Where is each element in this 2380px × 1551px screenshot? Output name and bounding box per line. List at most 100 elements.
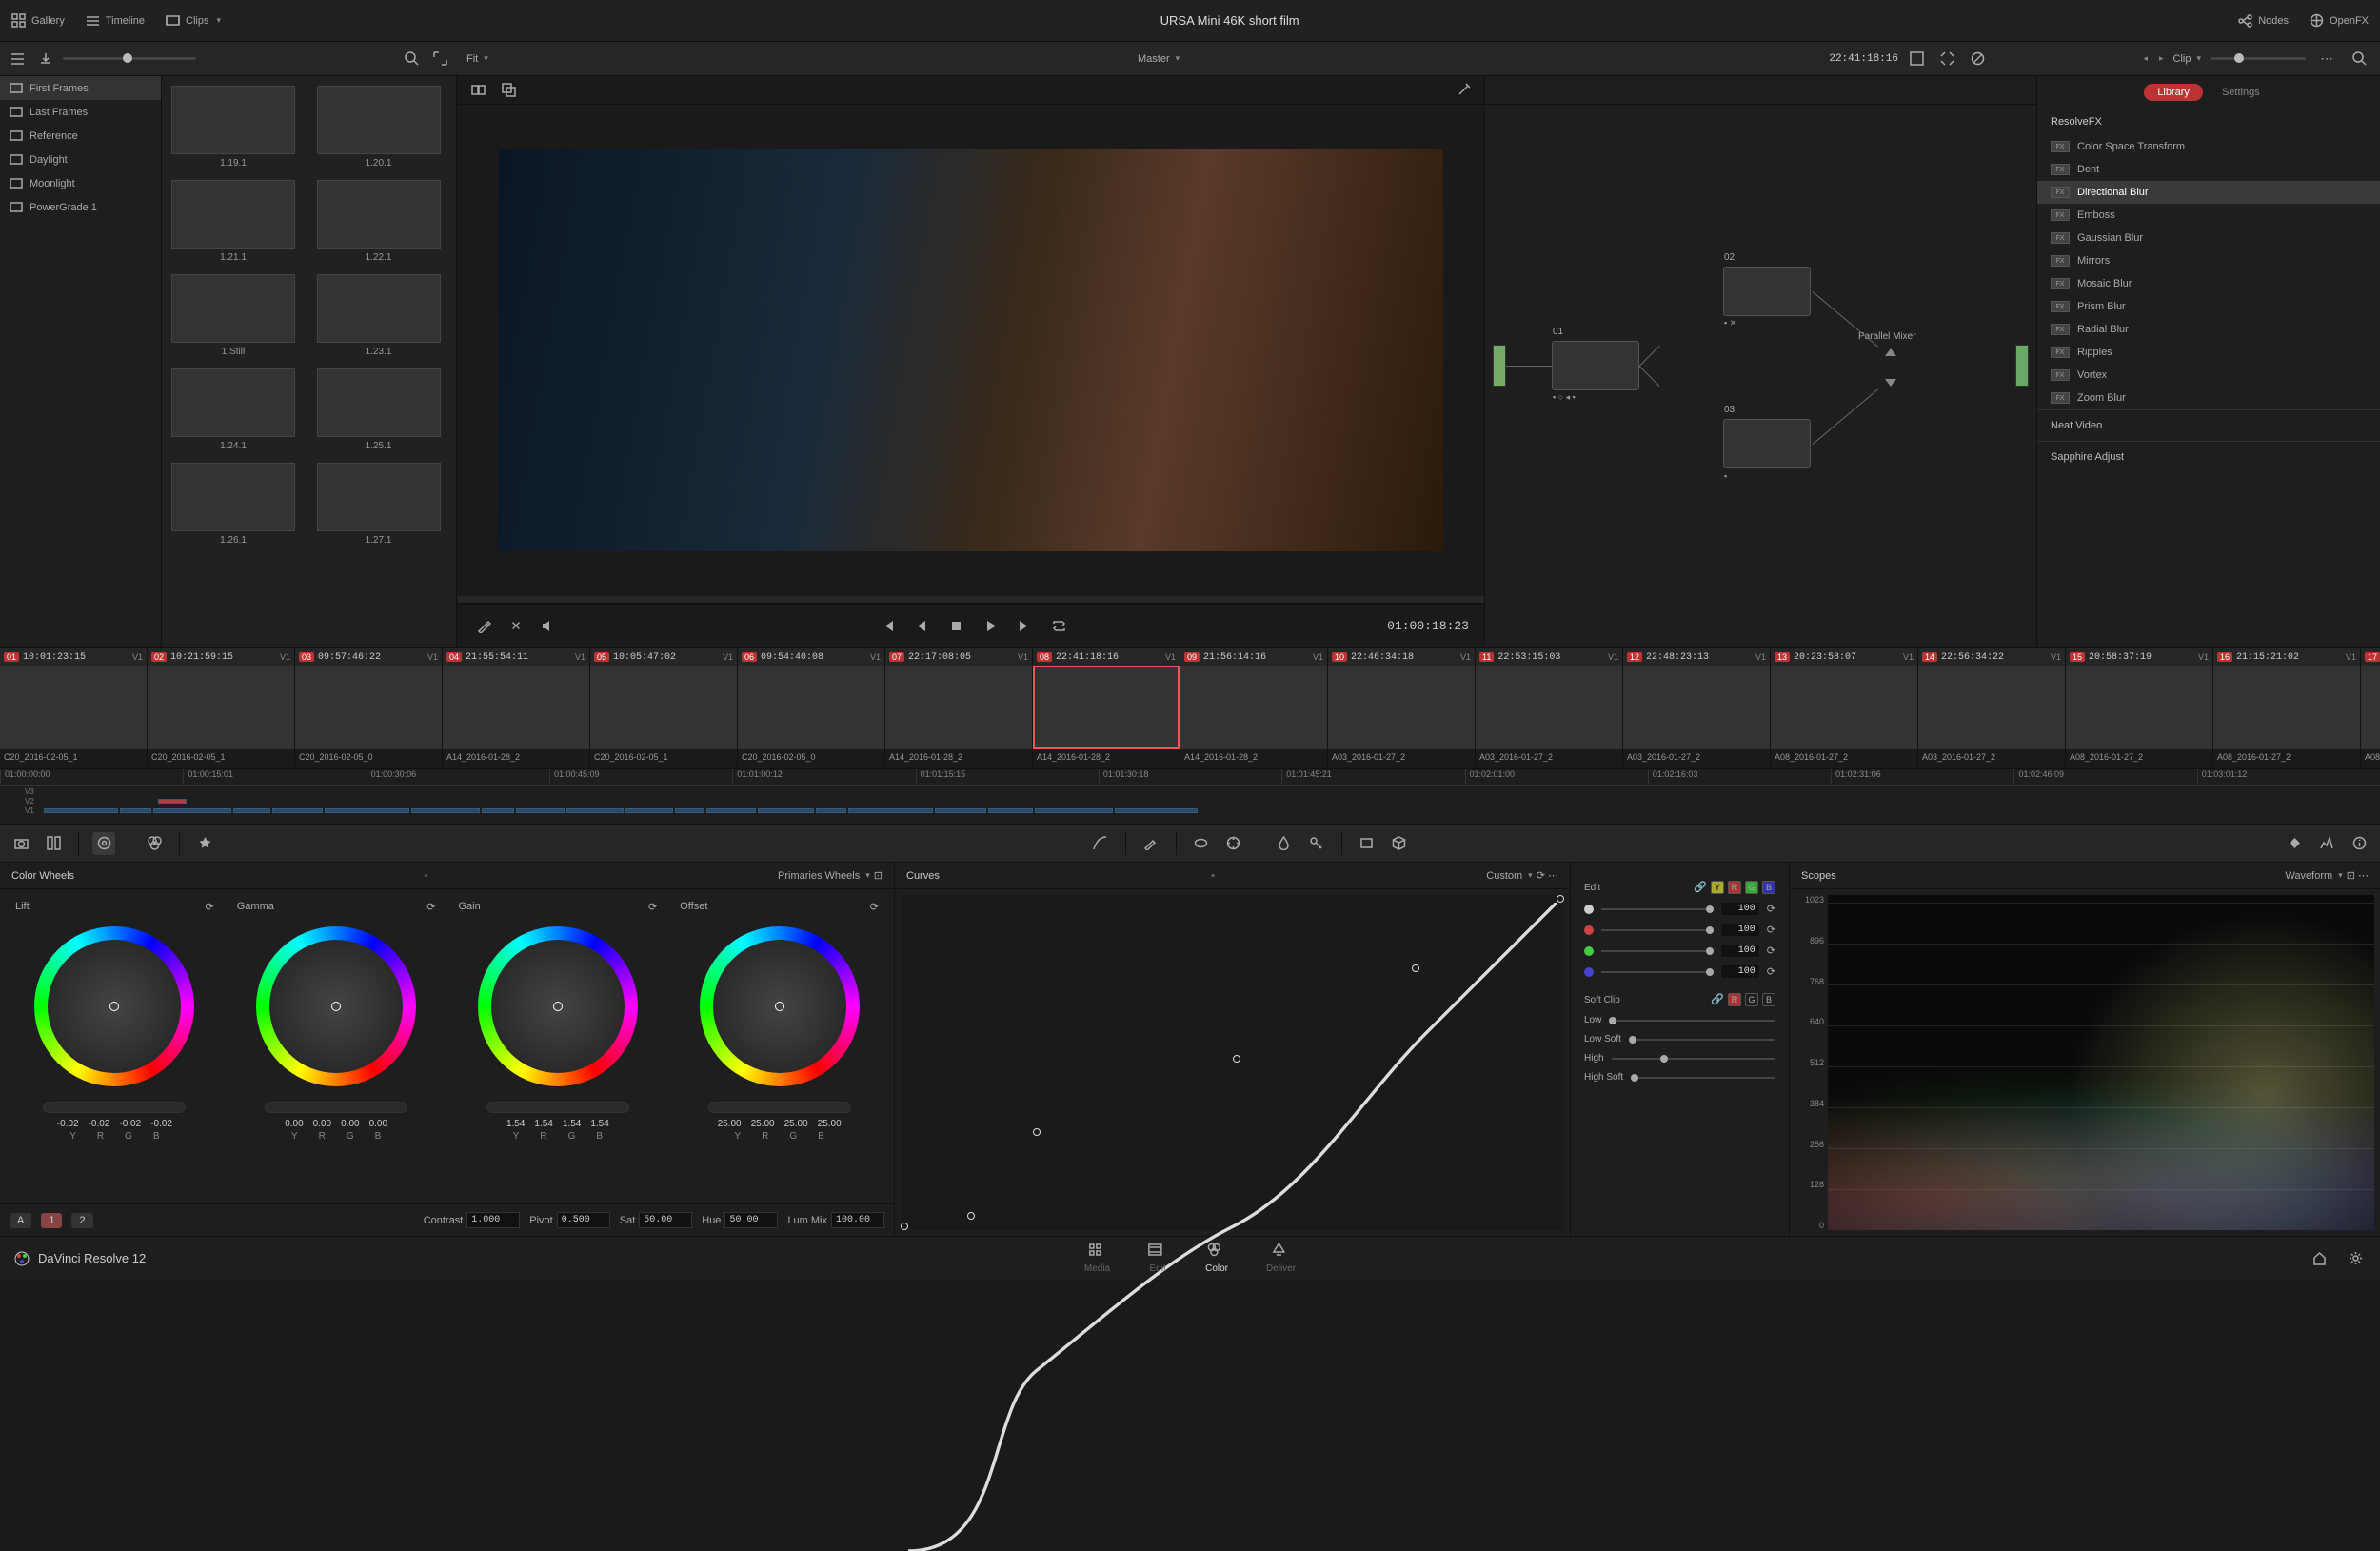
fullscreen-button[interactable] [1906,48,1929,70]
list-view-button[interactable] [6,48,29,70]
wheels-button[interactable] [92,832,115,855]
wheels-mode-dropdown[interactable]: Primaries Wheels▾⊡ [778,869,883,882]
gallery-still[interactable]: 1.21.1 [171,180,295,263]
lum-slider[interactable] [1601,908,1714,910]
gallery-still[interactable]: 1.27.1 [317,463,441,546]
track[interactable]: V1 [25,807,2380,813]
r-slider[interactable] [1601,929,1714,931]
curves-button[interactable] [1089,832,1112,855]
motion-button[interactable] [193,832,216,855]
edit-y[interactable]: Y [1711,881,1724,894]
track[interactable]: V3 [25,788,2380,794]
fx-search-button[interactable] [2348,48,2370,70]
edit-g[interactable]: G [1745,881,1758,894]
clip-thumbnail[interactable]: 1720:44:10:09V1A08_2016-01-27_2 [2361,648,2380,768]
link-icon[interactable]: 🔗 [1711,993,1724,1006]
clip-thumbnail[interactable]: 0309:57:46:22V1C20_2016-02-05_0 [295,648,443,768]
fx-item[interactable]: FXZoom Blur [2037,387,2380,409]
reset-icon[interactable]: ⟳ [648,901,657,913]
nodes-toggle[interactable]: Nodes [2238,13,2289,28]
node-input[interactable] [1493,345,1506,387]
node-prev[interactable]: ◂ [2143,53,2148,64]
3d-button[interactable] [1388,832,1411,855]
clip-thumbnail[interactable]: 0510:05:47:02V1C20_2016-02-05_1 [590,648,738,768]
marker-button[interactable]: ✕ [505,615,527,638]
first-frame-button[interactable] [877,615,900,638]
reset-icon[interactable]: ⟳ [206,901,214,913]
split-view-button[interactable] [466,79,489,102]
settings-button[interactable] [2344,1247,2367,1270]
gallery-still[interactable]: 1.24.1 [171,368,295,451]
fx-item[interactable]: FXRadial Blur [2037,318,2380,341]
jog-wheel[interactable] [486,1102,629,1113]
overlay-button[interactable] [497,79,520,102]
highsoft-slider[interactable] [1631,1077,1775,1079]
loop-button[interactable] [1048,615,1071,638]
parallel-mixer[interactable]: Parallel Mixer [1885,347,1894,394]
fx-item[interactable]: FXVortex [2037,364,2380,387]
page-deliver[interactable]: Deliver [1266,1243,1296,1274]
gallery-folder[interactable]: Last Frames [0,100,161,124]
node-zoom-slider[interactable] [2211,57,2306,60]
info-button[interactable] [2348,832,2370,855]
soft-b[interactable]: B [1762,993,1775,1006]
clip-thumbnail[interactable]: 1621:15:21:02V1A08_2016-01-27_2 [2213,648,2361,768]
lowsoft-slider[interactable] [1629,1039,1775,1041]
reset-icon[interactable]: ⟳ [870,901,879,913]
gallery-still[interactable]: 1.25.1 [317,368,441,451]
gallery-still[interactable]: 1.22.1 [317,180,441,263]
pivot-field[interactable]: Pivot [529,1212,609,1228]
node-next[interactable]: ▸ [2159,53,2164,64]
clip-thumbnail[interactable]: 0110:01:23:15V1C20_2016-02-05_1 [0,648,148,768]
edit-b[interactable]: B [1762,881,1775,894]
camera-raw-button[interactable] [10,832,32,855]
node-scope-dropdown[interactable]: Clip▾ [2173,53,2201,65]
rgb-mixer-button[interactable] [143,832,166,855]
page-edit[interactable]: Edit [1148,1243,1167,1274]
page-media[interactable]: Media [1084,1243,1110,1274]
last-frame-button[interactable] [1014,615,1037,638]
wand-button[interactable] [1452,79,1475,102]
gallery-still[interactable]: 1.26.1 [171,463,295,546]
page-color[interactable]: Color [1205,1243,1228,1274]
gallery-still[interactable]: 1.19.1 [171,86,295,169]
g-slider[interactable] [1601,950,1714,952]
gallery-folder[interactable]: Daylight [0,148,161,171]
collapse-button[interactable] [1936,48,1959,70]
fx-item[interactable]: FXMosaic Blur [2037,272,2380,295]
fx-item[interactable]: FXColor Space Transform [2037,135,2380,158]
clip-thumbnail[interactable]: 0822:41:18:16V1A14_2016-01-28_2 [1033,648,1180,768]
fx-item[interactable]: FXGaussian Blur [2037,227,2380,249]
clip-thumbnail[interactable]: 1022:46:34:18V1A03_2016-01-27_2 [1328,648,1476,768]
picker-button[interactable] [472,615,495,638]
gallery-a[interactable]: A [10,1213,31,1228]
blur-button[interactable] [1273,832,1296,855]
home-button[interactable] [2308,1247,2330,1270]
fx-item[interactable]: FXDirectional Blur [2037,181,2380,204]
lummix-field[interactable]: Lum Mix [787,1212,884,1228]
clip-thumbnail[interactable]: 0921:56:14:16V1A14_2016-01-28_2 [1180,648,1328,768]
clips-dropdown[interactable]: Clips ▾ [166,13,221,28]
node-graph[interactable]: 01▪ ○ ◂ ▪ 02▪ ✕ 03▪ Parallel Mixer [1485,105,2036,647]
fx-group-sapphire[interactable]: Sapphire Adjust [2037,441,2380,472]
jog-wheel[interactable] [265,1102,407,1113]
fx-tab-settings[interactable]: Settings [2209,84,2273,101]
prev-frame-button[interactable] [911,615,934,638]
reset-icon[interactable]: ⟳ [1767,945,1775,957]
sizing-button[interactable] [1356,832,1378,855]
contrast-field[interactable]: Contrast [424,1212,521,1228]
clip-thumbnail[interactable]: 1520:58:37:19V1A08_2016-01-27_2 [2066,648,2213,768]
soft-g[interactable]: G [1745,993,1758,1006]
node-03[interactable]: 03▪ [1723,419,1811,468]
audio-button[interactable] [537,615,560,638]
track[interactable]: V2 [25,798,2380,804]
clip-thumbnail[interactable]: 1122:53:15:03V1A03_2016-01-27_2 [1476,648,1623,768]
tracker-button[interactable] [1222,832,1245,855]
clip-thumbnail[interactable]: 0722:17:08:05V1A14_2016-01-28_2 [885,648,1033,768]
zoom-dropdown[interactable]: Fit▾ [466,53,488,65]
fx-group-neat[interactable]: Neat Video [2037,409,2380,441]
scope-type-dropdown[interactable]: Waveform▾ ⊡ ⋯ [2285,869,2369,882]
fx-item[interactable]: FXDent [2037,158,2380,181]
viewer-image[interactable] [457,105,1484,596]
color-wheel[interactable] [478,926,638,1086]
